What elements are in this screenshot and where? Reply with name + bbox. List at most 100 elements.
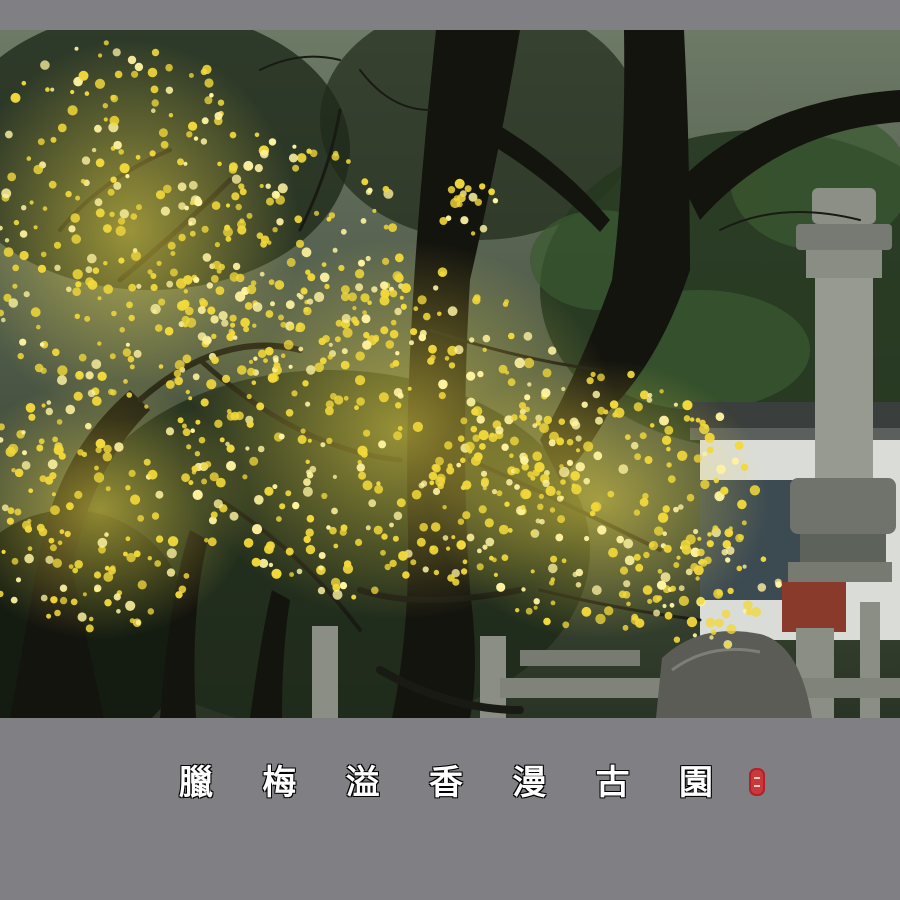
blossom bbox=[87, 389, 96, 398]
blossom bbox=[103, 261, 108, 266]
blossom bbox=[446, 546, 451, 551]
blossom bbox=[478, 430, 489, 441]
blossom bbox=[243, 160, 254, 171]
blossom bbox=[435, 476, 446, 487]
blossom bbox=[102, 103, 109, 109]
blossom bbox=[482, 347, 487, 352]
caption-char: 古 bbox=[595, 763, 630, 803]
blossom bbox=[597, 525, 607, 535]
blossom bbox=[280, 321, 287, 328]
blossom bbox=[435, 456, 444, 466]
blossom bbox=[356, 463, 365, 472]
blossom bbox=[519, 408, 526, 415]
blossom bbox=[211, 201, 221, 210]
blossom bbox=[354, 269, 365, 279]
blossom bbox=[112, 48, 121, 57]
blossom bbox=[393, 511, 403, 521]
blossom bbox=[609, 400, 619, 409]
blossom bbox=[608, 547, 618, 558]
blossom bbox=[707, 446, 714, 453]
blossom bbox=[725, 557, 731, 563]
blossom bbox=[460, 485, 466, 491]
blossom bbox=[52, 348, 60, 357]
blossom bbox=[657, 512, 669, 523]
blossom bbox=[618, 464, 629, 474]
blossom bbox=[278, 433, 285, 440]
blossom bbox=[295, 326, 301, 333]
blossom bbox=[410, 559, 417, 566]
blossom bbox=[218, 311, 228, 321]
blossom bbox=[514, 484, 520, 490]
blossom bbox=[280, 353, 286, 359]
blossom bbox=[657, 568, 663, 574]
blossom bbox=[277, 183, 288, 194]
blossom bbox=[288, 153, 298, 163]
blossom bbox=[488, 188, 495, 196]
blossom bbox=[504, 501, 510, 507]
blossom bbox=[42, 206, 48, 211]
blossom bbox=[113, 593, 121, 601]
blossom bbox=[362, 310, 367, 315]
blossom bbox=[358, 471, 367, 480]
blossom bbox=[118, 217, 126, 225]
blossom bbox=[186, 444, 192, 450]
blossom bbox=[334, 336, 341, 343]
blossom bbox=[697, 548, 705, 557]
blossom bbox=[488, 433, 498, 443]
blossom bbox=[622, 591, 631, 599]
blossom bbox=[7, 172, 17, 182]
blossom bbox=[230, 322, 236, 328]
blossom bbox=[561, 386, 566, 392]
blossom bbox=[462, 511, 471, 520]
blossom bbox=[52, 558, 62, 568]
blossom bbox=[7, 443, 19, 455]
blossom bbox=[571, 484, 582, 495]
blossom bbox=[457, 435, 465, 443]
blossom bbox=[309, 149, 318, 158]
blossom bbox=[575, 462, 585, 472]
blossom bbox=[318, 565, 324, 571]
blossom bbox=[48, 180, 57, 189]
blossom bbox=[114, 70, 123, 79]
blossom bbox=[39, 342, 45, 347]
blossom bbox=[72, 269, 83, 280]
blossom bbox=[37, 264, 47, 273]
caption-char: 香 bbox=[428, 763, 463, 803]
blossom bbox=[50, 87, 55, 92]
blossom bbox=[263, 358, 268, 363]
blossom bbox=[239, 188, 247, 196]
blossom bbox=[94, 124, 102, 133]
blossom bbox=[479, 443, 486, 450]
blossom bbox=[543, 415, 552, 425]
blossom bbox=[480, 470, 488, 477]
blossom bbox=[381, 533, 388, 540]
blossom bbox=[130, 494, 141, 505]
blossom bbox=[301, 247, 312, 258]
blossom bbox=[444, 441, 453, 450]
blossom bbox=[743, 600, 753, 610]
blossom bbox=[507, 528, 513, 533]
blossom bbox=[432, 487, 441, 496]
blossom bbox=[40, 367, 47, 374]
blossom bbox=[572, 571, 578, 578]
blossom bbox=[612, 412, 618, 418]
blossom bbox=[222, 374, 231, 383]
blossom bbox=[604, 606, 614, 616]
blossom bbox=[119, 327, 125, 333]
blossom bbox=[37, 138, 45, 146]
blossom bbox=[218, 263, 225, 271]
blossom bbox=[480, 477, 490, 486]
blossom bbox=[231, 174, 242, 184]
blossom bbox=[451, 535, 456, 540]
blossom bbox=[111, 310, 117, 317]
blossom bbox=[127, 55, 137, 65]
blossom bbox=[466, 397, 476, 407]
blossom bbox=[477, 548, 482, 554]
blossom bbox=[75, 281, 82, 288]
blossom bbox=[230, 330, 236, 336]
blossom bbox=[116, 609, 121, 614]
blossom bbox=[473, 452, 483, 462]
blossom bbox=[1, 188, 12, 199]
blossom bbox=[12, 264, 20, 272]
blossom bbox=[325, 406, 334, 416]
